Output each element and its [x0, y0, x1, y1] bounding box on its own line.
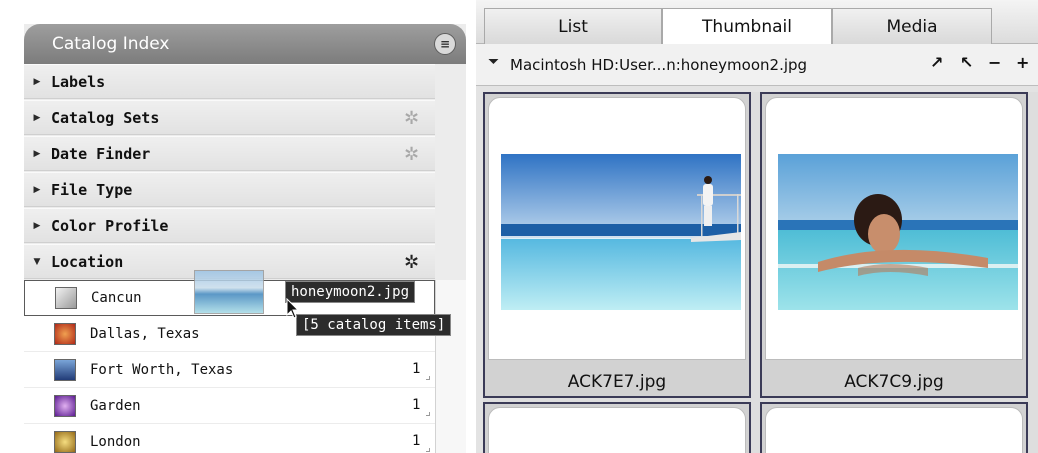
location-label: Dallas, Texas: [90, 325, 200, 342]
location-item[interactable]: London 1: [24, 424, 435, 453]
location-label: Fort Worth, Texas: [90, 361, 234, 378]
catalog-index-title: Catalog Index: [52, 34, 170, 54]
location-label: London: [90, 433, 141, 450]
location-item[interactable]: Fort Worth, Texas 1: [24, 352, 435, 388]
tab-thumbnail[interactable]: Thumbnail: [662, 8, 832, 45]
thumbnail-cell[interactable]: ACK7E7.jpg: [483, 92, 751, 398]
location-label: Cancun: [91, 290, 142, 306]
category-label: Labels: [51, 72, 106, 91]
resize-corner-icon: [426, 376, 430, 380]
path-bar: ⏷ Macintosh HD:User...n:honeymoon2.jpg ↗…: [476, 44, 1038, 86]
disclosure-right-icon[interactable]: ▶: [32, 113, 42, 123]
tab-list[interactable]: List: [484, 8, 662, 44]
drag-count-tooltip: [5 catalog items]: [296, 314, 452, 336]
location-swatch-icon: [55, 287, 77, 309]
location-label: Garden: [90, 397, 141, 414]
pointer-cursor-icon: [286, 298, 300, 319]
woman-in-pool-image: [778, 154, 1018, 310]
view-tabbar: List Thumbnail Media: [476, 0, 1038, 45]
path-text[interactable]: Macintosh HD:User...n:honeymoon2.jpg: [510, 56, 807, 74]
gear-icon[interactable]: ✲: [404, 144, 419, 165]
resize-corner-icon: [426, 448, 430, 452]
collapse-arrow-icon[interactable]: ↖: [960, 53, 973, 72]
thumbnail-frame: [765, 97, 1023, 360]
category-labels[interactable]: ▶ Labels: [24, 64, 435, 99]
list-menu-icon[interactable]: ≡: [434, 33, 456, 55]
catalog-index-header: Catalog Index ≡: [24, 24, 466, 64]
category-date-finder[interactable]: ▶ Date Finder ✲: [24, 136, 435, 171]
disclosure-right-icon[interactable]: ▶: [32, 221, 42, 231]
thumbnail-cell[interactable]: [760, 402, 1028, 453]
pool-balcony-image: [501, 154, 741, 310]
category-catalog-sets[interactable]: ▶ Catalog Sets ✲: [24, 100, 435, 135]
thumbnail-grid: ACK7E7.jpg ACK7C9.jpg: [483, 92, 1038, 453]
index-scrollbar[interactable]: [435, 280, 466, 453]
location-count: 1: [412, 361, 421, 377]
location-swatch-icon: [54, 358, 76, 381]
category-label: Location: [51, 252, 124, 271]
category-file-type[interactable]: ▶ File Type: [24, 172, 435, 207]
location-count: 1: [412, 433, 421, 449]
filter-icon[interactable]: ⏷: [488, 54, 499, 70]
tab-media[interactable]: Media: [832, 8, 992, 44]
zoom-out-button[interactable]: −: [988, 53, 1001, 72]
thumbnail-frame: [488, 97, 746, 360]
thumbnail-frame: [488, 407, 746, 453]
category-label: Catalog Sets: [51, 108, 160, 127]
thumbnail-frame: [765, 407, 1023, 453]
location-swatch-icon: [54, 430, 76, 453]
resize-corner-icon: [426, 412, 430, 416]
viewer-panel: List Thumbnail Media ⏷ Macintosh HD:User…: [476, 0, 1038, 453]
location-item[interactable]: Garden 1: [24, 388, 435, 424]
thumbnail-filename: ACK7E7.jpg: [567, 372, 667, 392]
gear-icon[interactable]: ✲: [404, 252, 419, 273]
drag-preview-thumbnail: [194, 270, 264, 314]
expand-arrow-icon[interactable]: ↗: [930, 53, 943, 72]
category-label: File Type: [51, 180, 133, 199]
category-color-profile[interactable]: ▶ Color Profile: [24, 208, 435, 243]
thumbnail-cell[interactable]: ACK7C9.jpg: [760, 92, 1028, 398]
catalog-index-panel: Catalog Index ≡ ▶ Labels ▶ Catalog Sets …: [24, 24, 466, 453]
drag-filename-tooltip: honeymoon2.jpg: [285, 281, 416, 303]
zoom-in-button[interactable]: +: [1016, 53, 1029, 72]
disclosure-right-icon[interactable]: ▶: [32, 185, 42, 195]
category-label: Color Profile: [51, 216, 169, 235]
category-label: Date Finder: [51, 144, 151, 163]
location-swatch-icon: [54, 394, 76, 417]
disclosure-right-icon[interactable]: ▶: [32, 149, 42, 159]
thumbnail-filename: ACK7C9.jpg: [844, 372, 944, 392]
disclosure-right-icon[interactable]: ▶: [32, 77, 42, 87]
thumbnail-cell[interactable]: [483, 402, 751, 453]
location-count: 1: [412, 397, 421, 413]
location-swatch-icon: [54, 322, 76, 345]
disclosure-down-icon[interactable]: ▼: [32, 257, 42, 267]
gear-icon[interactable]: ✲: [404, 108, 419, 129]
